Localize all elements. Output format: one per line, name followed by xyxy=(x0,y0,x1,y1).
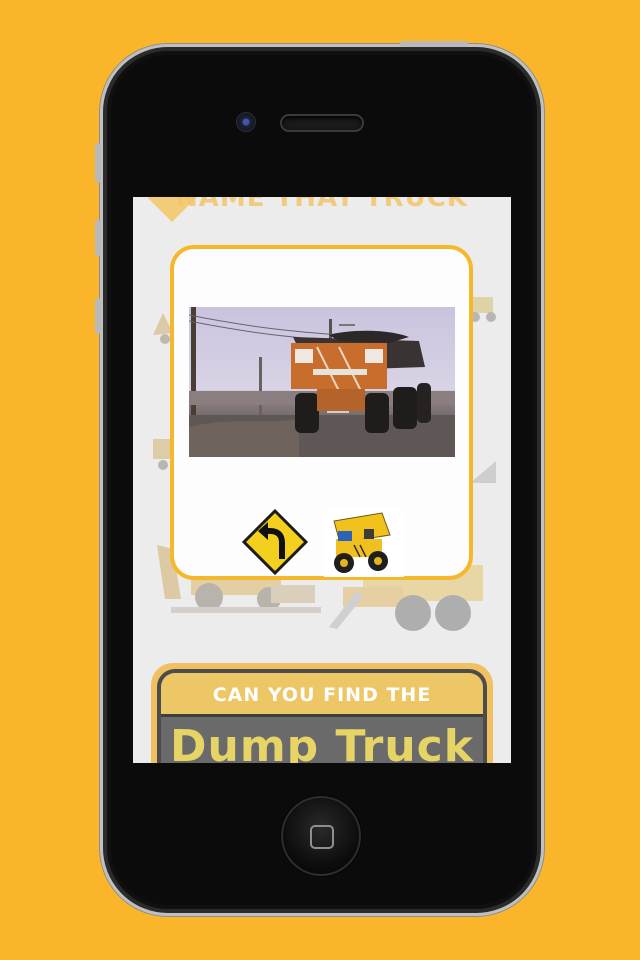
volume-down-button xyxy=(95,298,101,334)
app-title: NAME THAT TRUCK xyxy=(175,197,469,213)
volume-up-button xyxy=(95,220,101,256)
dump-truck-video[interactable] xyxy=(189,307,455,457)
target-sign: CAN YOU FIND THE Dump Truck xyxy=(157,669,487,763)
answer-curve-sign-button[interactable] xyxy=(240,508,310,577)
front-camera xyxy=(236,112,256,132)
mute-switch xyxy=(95,143,101,183)
video-modal xyxy=(170,245,473,580)
power-button xyxy=(400,41,468,47)
target-banner: CAN YOU FIND THE Dump Truck xyxy=(151,663,493,763)
answer-choices xyxy=(240,508,410,577)
dump-truck-icon xyxy=(324,509,404,577)
curve-left-road-sign-icon xyxy=(241,508,309,576)
home-button[interactable] xyxy=(281,796,361,876)
answer-dump-truck-button[interactable] xyxy=(324,509,404,577)
home-square-icon xyxy=(310,825,334,849)
app-screen: NAME THAT TRUCK CAN YOU FIND THE Dump Tr… xyxy=(133,197,511,763)
earpiece-speaker xyxy=(280,114,364,132)
video-frame-image xyxy=(189,307,455,457)
target-truck-name: Dump Truck xyxy=(169,721,475,763)
find-prompt: CAN YOU FIND THE xyxy=(161,673,483,717)
